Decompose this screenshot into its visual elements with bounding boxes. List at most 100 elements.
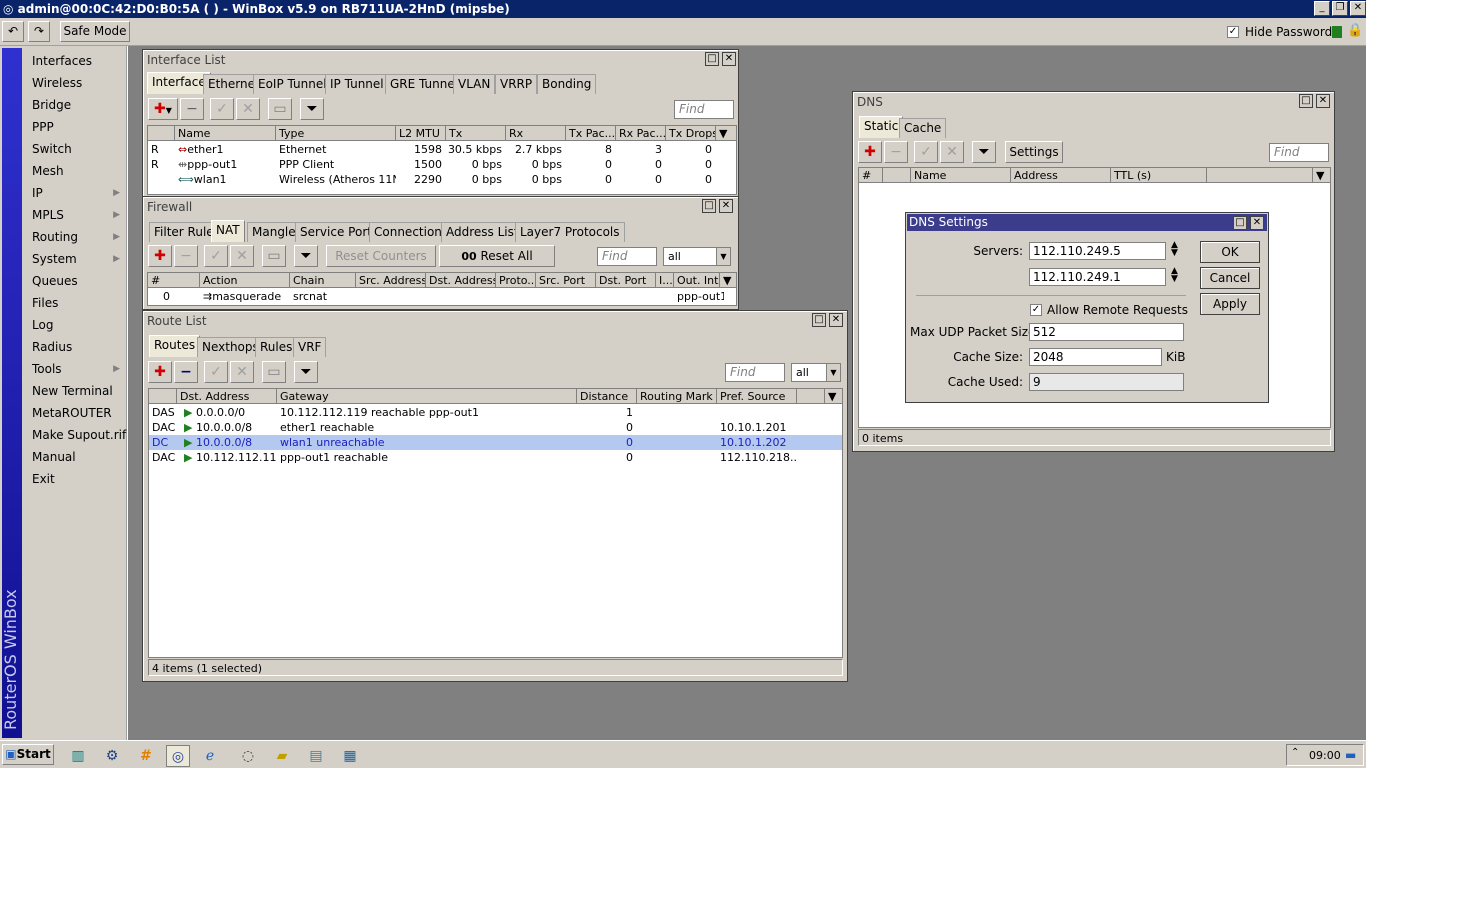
- maximize-icon[interactable]: □: [705, 52, 719, 66]
- find-input[interactable]: Find: [1269, 143, 1329, 162]
- sidebar-item-tools[interactable]: Tools ▶: [24, 358, 126, 380]
- maximize-icon[interactable]: □: [1299, 94, 1313, 108]
- sidebar-item-exit[interactable]: Exit: [24, 468, 126, 490]
- winbox-taskbar-icon[interactable]: ◎: [166, 745, 190, 767]
- col-ttl[interactable]: TTL (s): [1111, 168, 1207, 183]
- col-action[interactable]: Action: [200, 273, 290, 288]
- col-distance[interactable]: Distance: [577, 389, 637, 404]
- cache-size-input[interactable]: 2048: [1029, 348, 1162, 366]
- tab-nat[interactable]: NAT: [211, 220, 245, 242]
- remove-icon[interactable]: −: [174, 361, 198, 383]
- col-src-port[interactable]: Src. Port: [536, 273, 596, 288]
- settings-button[interactable]: Settings: [1005, 141, 1063, 163]
- close-icon[interactable]: ✕: [1350, 1, 1366, 16]
- network-tray-icon[interactable]: ▬: [1345, 748, 1356, 762]
- sidebar-item-log[interactable]: Log: [24, 314, 126, 336]
- col-l2mtu[interactable]: L2 MTU: [396, 126, 446, 141]
- filter-icon[interactable]: ⏷: [294, 361, 318, 383]
- maximize-icon[interactable]: □: [702, 199, 716, 213]
- filter-icon[interactable]: ⏷: [294, 245, 318, 267]
- reset-all-counters-button[interactable]: 00 Reset All Counters: [439, 245, 555, 284]
- table-row[interactable]: R ⇔ether1 Ethernet 1598 30.5 kbps 2.7 kb…: [148, 142, 736, 157]
- col-in-interface[interactable]: I...: [656, 273, 674, 288]
- tray-expand-icon[interactable]: ⌃: [1291, 747, 1299, 758]
- table-row[interactable]: R ⇹ppp-out1 PPP Client 1500 0 bps 0 bps …: [148, 157, 736, 172]
- col-dst-port[interactable]: Dst. Port: [596, 273, 656, 288]
- col-src-address[interactable]: Src. Address: [356, 273, 426, 288]
- disable-icon[interactable]: ✕: [236, 98, 260, 120]
- ok-button[interactable]: OK: [1200, 241, 1260, 263]
- close-icon[interactable]: ✕: [719, 199, 733, 213]
- tab-cache[interactable]: Cache: [899, 118, 947, 138]
- find-input[interactable]: Find: [597, 247, 657, 266]
- col-dst-address[interactable]: Dst. Address: [177, 389, 277, 404]
- col-address[interactable]: Address: [1011, 168, 1111, 183]
- disable-icon[interactable]: ✕: [230, 245, 254, 267]
- tab-interface[interactable]: Interface: [147, 72, 211, 94]
- enable-icon[interactable]: ✓: [204, 245, 228, 267]
- tab-vlan[interactable]: VLAN: [453, 74, 496, 94]
- taskbar-app-icon[interactable]: ▥: [66, 745, 90, 767]
- tab-mangle[interactable]: Mangle: [247, 222, 301, 242]
- table-row[interactable]: 0 ⇉masquerade srcnat ppp-out1: [148, 289, 736, 304]
- close-icon[interactable]: ✕: [722, 52, 736, 66]
- maximize-icon[interactable]: □: [1233, 216, 1247, 230]
- sidebar-item-manual[interactable]: Manual: [24, 446, 126, 468]
- col-chain[interactable]: Chain: [290, 273, 356, 288]
- server-2-reorder-icon[interactable]: ▲ ▼: [1171, 267, 1178, 284]
- disable-icon[interactable]: ✕: [940, 141, 964, 163]
- folder-taskbar-icon[interactable]: ▰: [270, 745, 294, 767]
- taskbar-app-icon[interactable]: ⚙: [100, 745, 124, 767]
- filter-icon[interactable]: ⏷: [300, 98, 324, 120]
- enable-icon[interactable]: ✓: [204, 361, 228, 383]
- tab-static[interactable]: Static: [859, 116, 904, 138]
- column-menu-icon[interactable]: ▼: [825, 389, 843, 404]
- undo-icon[interactable]: ↶: [2, 21, 24, 42]
- col-type[interactable]: Type: [276, 126, 396, 141]
- col-pref-source[interactable]: Pref. Source: [717, 389, 797, 404]
- filter-icon[interactable]: ⏷: [972, 141, 996, 163]
- col-num[interactable]: #: [859, 168, 883, 183]
- sidebar-item-switch[interactable]: Switch: [24, 138, 126, 160]
- table-row[interactable]: DAS ▶ 0.0.0.0/0 10.112.112.119 reachable…: [149, 405, 842, 420]
- sidebar-item-ip[interactable]: IP ▶: [24, 182, 126, 204]
- max-udp-packet-size-input[interactable]: 512: [1029, 323, 1184, 341]
- server-1-reorder-icon[interactable]: ▲ ▼: [1171, 241, 1178, 258]
- table-row[interactable]: DAC ▶ 10.112.112.119 ppp-out1 reachable …: [149, 450, 842, 465]
- sidebar-item-system[interactable]: System ▶: [24, 248, 126, 270]
- enable-icon[interactable]: ✓: [914, 141, 938, 163]
- remote-desktop-taskbar-icon[interactable]: ▦: [338, 745, 362, 767]
- table-row[interactable]: DAC ▶ 10.0.0.0/8 ether1 reachable 0 10.1…: [149, 420, 842, 435]
- tab-routes[interactable]: Routes: [149, 335, 201, 357]
- tab-vrf[interactable]: VRF: [293, 337, 327, 357]
- remove-icon[interactable]: −: [884, 141, 908, 163]
- sidebar-item-bridge[interactable]: Bridge: [24, 94, 126, 116]
- start-button[interactable]: ▣Start: [2, 744, 54, 765]
- taskbar-app-icon[interactable]: #: [134, 745, 158, 767]
- col-tx-drops[interactable]: Tx Drops: [666, 126, 716, 141]
- disable-icon[interactable]: ✕: [230, 361, 254, 383]
- tab-ip-tunnel[interactable]: IP Tunnel: [325, 74, 389, 94]
- col-name[interactable]: Name: [175, 126, 276, 141]
- chat-taskbar-icon[interactable]: ◌: [236, 745, 260, 767]
- sidebar-item-interfaces[interactable]: Interfaces: [24, 50, 126, 72]
- col-num[interactable]: #: [148, 273, 200, 288]
- tab-layer7-protocols[interactable]: Layer7 Protocols: [515, 222, 625, 242]
- col-rx-packets[interactable]: Rx Pac...: [616, 126, 666, 141]
- close-icon[interactable]: ✕: [1250, 216, 1264, 230]
- tab-gre-tunnel[interactable]: GRE Tunnel: [385, 74, 464, 94]
- remove-icon[interactable]: −: [180, 98, 204, 120]
- table-row-selected[interactable]: DC ▶ 10.0.0.0/8 wlan1 unreachable 0 10.1…: [149, 435, 842, 450]
- comment-icon[interactable]: ▭: [262, 361, 286, 383]
- minimize-icon[interactable]: _: [1314, 1, 1330, 16]
- sidebar-item-radius[interactable]: Radius: [24, 336, 126, 358]
- reset-counters-button[interactable]: Reset Counters: [326, 245, 436, 267]
- find-input[interactable]: Find: [725, 363, 785, 382]
- safe-mode-button[interactable]: Safe Mode: [60, 21, 130, 42]
- maximize-icon[interactable]: □: [812, 313, 826, 327]
- col-tx[interactable]: Tx: [446, 126, 506, 141]
- col-dst-address[interactable]: Dst. Address: [426, 273, 496, 288]
- apply-button[interactable]: Apply: [1200, 293, 1260, 315]
- col-out-interface[interactable]: Out. Int...: [674, 273, 720, 288]
- browser-taskbar-icon[interactable]: ℯ: [198, 745, 222, 767]
